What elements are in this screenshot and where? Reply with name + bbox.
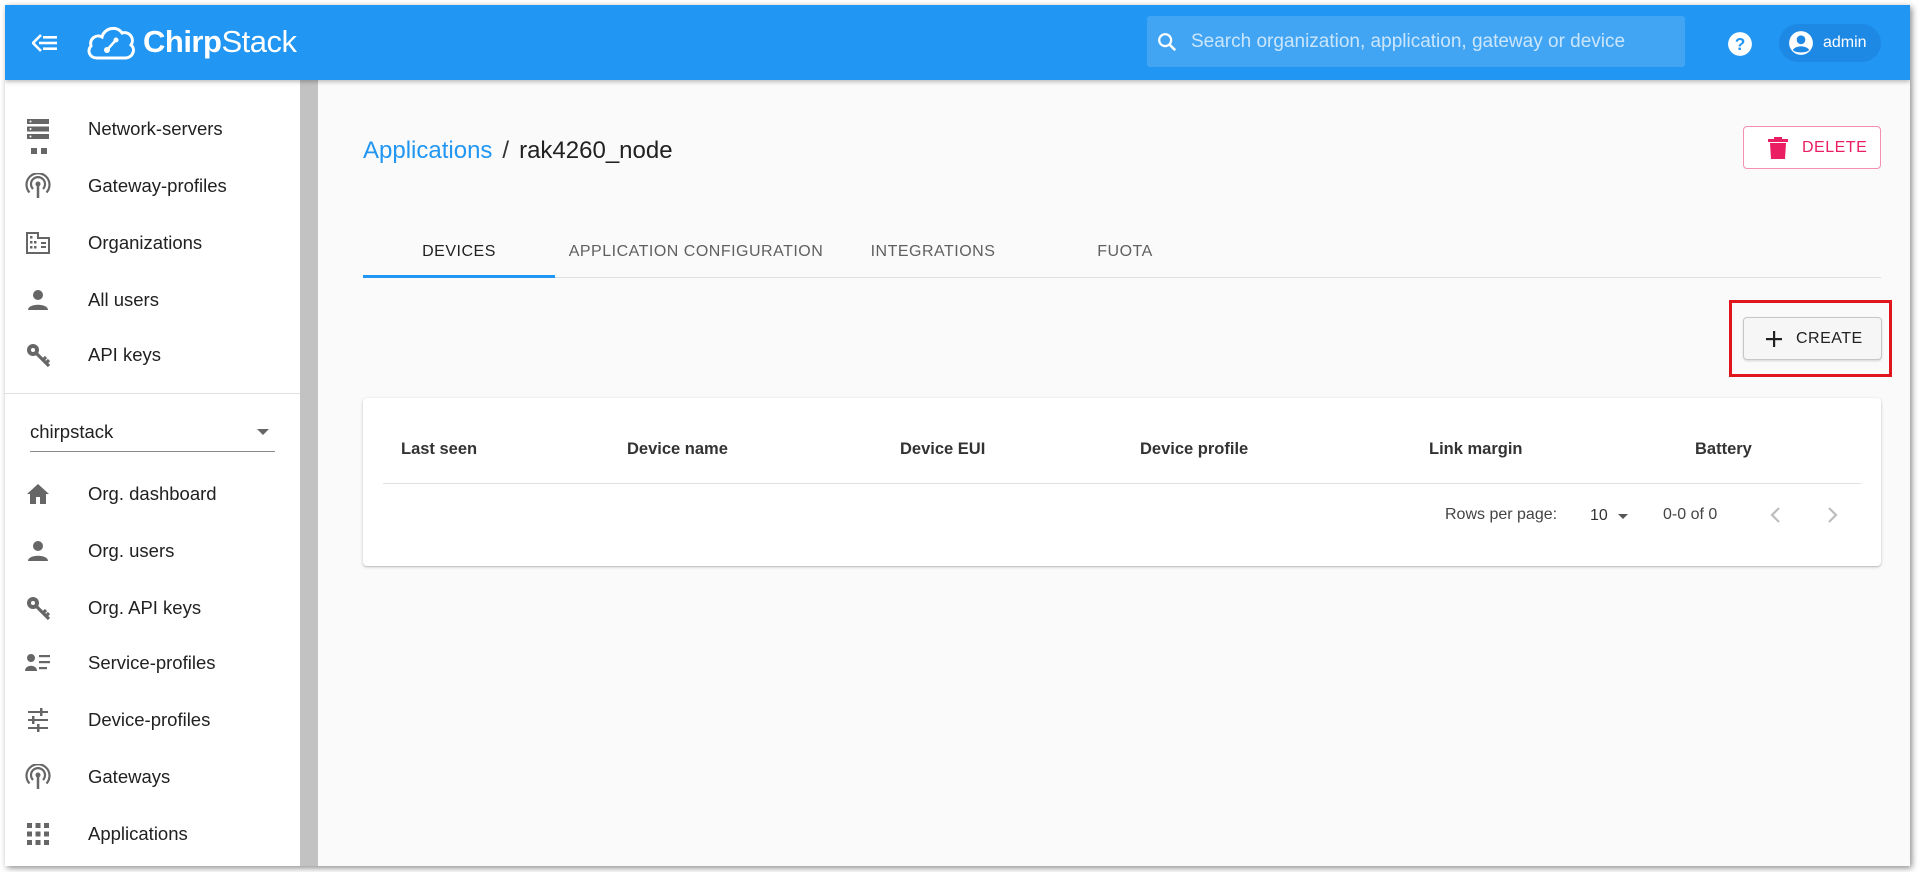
rows-per-page-label: Rows per page:	[1445, 506, 1558, 523]
sidebar-item-label: Device-profiles	[88, 709, 211, 730]
pagination-range: 0-0 of 0	[1663, 506, 1718, 523]
home-icon	[24, 480, 52, 508]
user-icon	[24, 537, 52, 565]
key-icon	[24, 594, 52, 622]
account-circle-icon	[1789, 31, 1813, 55]
user-icon	[24, 286, 52, 314]
sidebar-item-label: Network-servers	[88, 118, 223, 139]
delete-button-label: DELETE	[1802, 138, 1868, 156]
user-name: admin	[1823, 34, 1867, 51]
sidebar-scrollbar[interactable]	[300, 80, 318, 866]
create-button[interactable]: CREATE	[1743, 317, 1882, 360]
table-header-divider	[383, 483, 1861, 484]
sidebar-item-label: Org. API keys	[88, 597, 202, 618]
collapse-menu-button[interactable]	[27, 25, 63, 61]
sidebar-item-label: All users	[88, 289, 159, 310]
sidebar-item-label: Applications	[88, 823, 188, 844]
sidebar-divider	[5, 393, 300, 394]
service-profile-icon	[24, 649, 52, 677]
tab-label: FUOTA	[1097, 242, 1153, 260]
search-bar[interactable]	[1147, 16, 1685, 67]
sidebar-item-label: Organizations	[88, 232, 203, 253]
sidebar-item-organizations[interactable]: Organizations	[5, 217, 300, 269]
tab-label: DEVICES	[422, 242, 496, 260]
chevron-left-icon	[1770, 507, 1780, 523]
breadcrumb-applications-link[interactable]: Applications	[363, 137, 492, 164]
organization-select-value: chirpstack	[30, 421, 114, 442]
tab-fuota[interactable]: FUOTA	[1029, 225, 1221, 278]
app-window: ChirpStack ? admin	[5, 5, 1910, 866]
page-title: Applications / rak4260_node	[363, 137, 673, 165]
breadcrumb-separator: /	[502, 137, 510, 164]
sidebar-item-org-api-keys[interactable]: Org. API keys	[5, 582, 300, 634]
apps-grid-icon	[24, 820, 52, 848]
tab-devices[interactable]: DEVICES	[363, 225, 555, 278]
application-name: rak4260_node	[519, 137, 673, 164]
brand-name: ChirpStack	[143, 24, 297, 59]
sidebar-item-gateways[interactable]: Gateways	[5, 751, 300, 803]
sidebar-item-label: Gateway-profiles	[88, 175, 227, 196]
chirpstack-cloud-icon	[87, 26, 135, 60]
chevron-down-icon	[1617, 513, 1628, 519]
sidebar-item-gateway-profiles[interactable]: Gateway-profiles	[5, 160, 300, 212]
sidebar-item-org-users[interactable]: Org. users	[5, 525, 300, 577]
sidebar-item-org-dashboard[interactable]: Org. dashboard	[5, 468, 300, 520]
create-button-label: CREATE	[1796, 329, 1863, 347]
svg-text:?: ?	[1735, 34, 1746, 54]
active-tab-indicator	[363, 275, 555, 278]
sidebar-item-device-profiles[interactable]: Device-profiles	[5, 694, 300, 746]
delete-button[interactable]: DELETE	[1743, 126, 1881, 169]
user-menu-button[interactable]: admin	[1779, 24, 1881, 62]
tune-icon	[24, 706, 52, 734]
next-page-button[interactable]	[1817, 499, 1849, 531]
plus-icon	[1766, 330, 1782, 347]
previous-page-button[interactable]	[1759, 499, 1791, 531]
sidebar-item-network-servers[interactable]: Network-servers	[5, 103, 300, 155]
column-header-device-eui[interactable]: Device EUI	[900, 440, 985, 459]
tab-bar: DEVICES APPLICATION CONFIGURATION INTEGR…	[363, 225, 1881, 278]
rows-per-page-value: 10	[1590, 507, 1608, 524]
sidebar-item-label: Org. dashboard	[88, 483, 217, 504]
top-app-bar: ChirpStack ? admin	[5, 5, 1910, 80]
gateway-icon	[24, 763, 52, 791]
trash-icon	[1768, 136, 1788, 159]
sidebar-item-label: Org. users	[88, 540, 175, 561]
search-input[interactable]	[1191, 30, 1671, 53]
sidebar-item-service-profiles[interactable]: Service-profiles	[5, 637, 300, 689]
search-icon	[1158, 32, 1177, 51]
chevron-down-icon	[257, 429, 269, 435]
rows-per-page-select[interactable]: 10	[1578, 502, 1634, 530]
sidebar-item-label: API keys	[88, 344, 161, 365]
column-header-link-margin[interactable]: Link margin	[1429, 440, 1523, 459]
menu-open-icon	[32, 34, 57, 52]
help-icon[interactable]: ?	[1727, 31, 1753, 57]
network-server-icon	[24, 115, 52, 143]
sidebar-item-label: Gateways	[88, 766, 171, 787]
gateway-icon	[24, 172, 52, 200]
sidebar-item-api-keys[interactable]: API keys	[5, 329, 300, 381]
organization-icon	[24, 229, 52, 257]
column-header-last-seen[interactable]: Last seen	[401, 440, 477, 459]
tab-label: APPLICATION CONFIGURATION	[568, 242, 824, 260]
key-icon	[24, 341, 52, 369]
column-header-battery[interactable]: Battery	[1695, 440, 1752, 459]
tab-integrations[interactable]: INTEGRATIONS	[837, 225, 1029, 278]
chirpstack-logo[interactable]: ChirpStack	[85, 19, 297, 65]
sidebar-item-applications[interactable]: Applications	[5, 808, 300, 860]
sidebar-item-label: Service-profiles	[88, 652, 216, 673]
organization-select[interactable]: chirpstack	[30, 410, 275, 452]
tab-label: INTEGRATIONS	[870, 242, 996, 260]
chevron-right-icon	[1828, 507, 1838, 523]
devices-table-card: Last seen Device name Device EUI Device …	[363, 398, 1881, 566]
column-header-device-profile[interactable]: Device profile	[1140, 440, 1248, 459]
column-header-device-name[interactable]: Device name	[627, 440, 728, 459]
sidebar-item-all-users[interactable]: All users	[5, 274, 300, 326]
tab-application-configuration[interactable]: APPLICATION CONFIGURATION	[555, 225, 837, 278]
